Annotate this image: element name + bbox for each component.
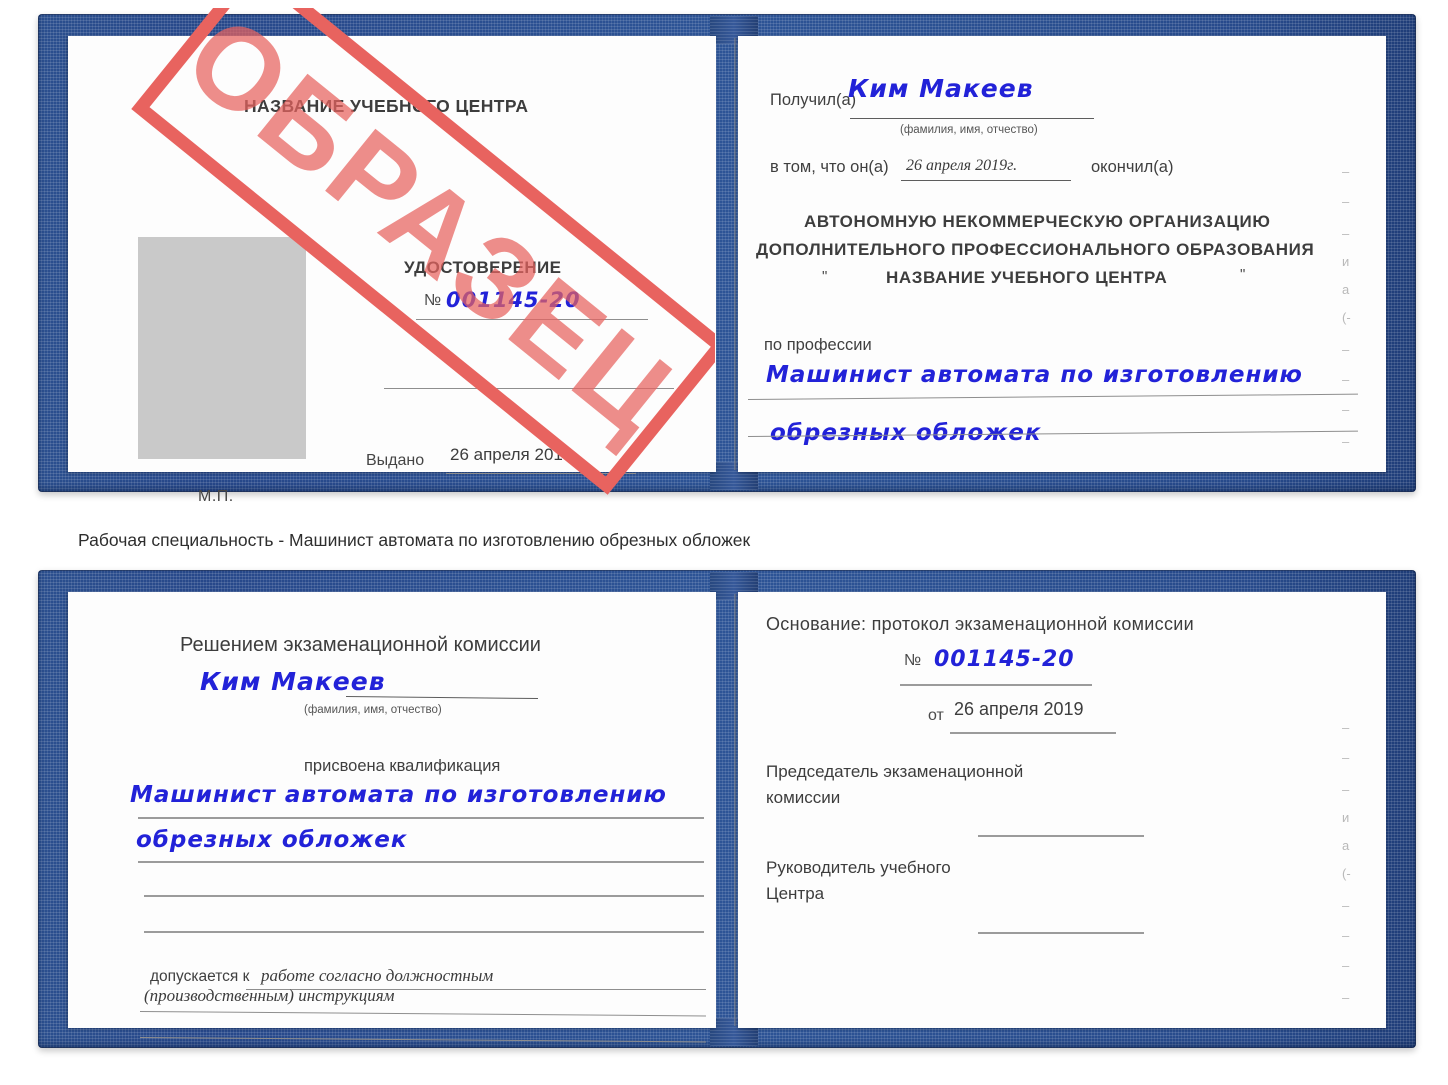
- qualification-line-2: обрезных обложек: [136, 827, 408, 853]
- margin-ghost-b10: –: [1342, 990, 1350, 1005]
- fio-hint-bottom: (фамилия, имя, отчество): [304, 704, 442, 716]
- certificate-book-bottom: Решением экзаменационной комиссии Ким Ма…: [38, 570, 1416, 1048]
- margin-ghost-b6: (-: [1342, 866, 1351, 881]
- certificate-book-top: НАЗВАНИЕ УЧЕБНОГО ЦЕНТРА УДОСТОВЕРЕНИЕ №…: [38, 14, 1416, 505]
- qualification-rule-3: [144, 895, 704, 897]
- admitted-value-line-2: (производственным) инструкциям: [144, 986, 395, 1005]
- page-caption: Рабочая специальность - Машинист автомат…: [78, 530, 751, 550]
- received-name-value: Ким Макеев: [848, 74, 1034, 103]
- head-line-2: Центра: [766, 884, 825, 903]
- margin-ghost-2: –: [1342, 194, 1350, 209]
- margin-ghost-b4: и: [1342, 810, 1350, 825]
- finished-label: окончил(а): [1091, 158, 1174, 176]
- margin-ghost-b1: –: [1342, 720, 1350, 735]
- book-spine-bottom: [734, 594, 736, 1026]
- chairman-line-1: Председатель экзаменационной: [766, 762, 1024, 781]
- received-label: Получил(а): [770, 91, 857, 109]
- completion-date-value: 26 апреля 2019г.: [906, 157, 1018, 174]
- profession-rule-1: [747, 393, 1358, 400]
- document-type-label: УДОСТОВЕРЕНИЕ: [404, 258, 562, 277]
- qualification-rule-1: [138, 817, 704, 819]
- training-center-title: НАЗВАНИЕ УЧЕБНОГО ЦЕНТРА: [244, 96, 529, 116]
- protocol-date-label: от: [928, 707, 944, 724]
- organization-line-1: АВТОНОМНУЮ НЕКОММЕРЧЕСКУЮ ОРГАНИЗАЦИЮ: [804, 212, 1271, 231]
- page-bottom-right: Основание: протокол экзаменационной коми…: [738, 592, 1386, 1028]
- head-line-1: Руководитель учебного: [766, 858, 951, 877]
- organization-line-2: ДОПОЛНИТЕЛЬНОГО ПРОФЕССИОНАЛЬНОГО ОБРАЗО…: [756, 240, 1315, 259]
- margin-ghost-6: (-: [1342, 310, 1351, 325]
- photo-placeholder: [138, 237, 306, 459]
- margin-ghost-b3: –: [1342, 782, 1350, 797]
- book-spine-top: [734, 38, 736, 470]
- decision-name-rule: [345, 696, 538, 700]
- quote-close: ": [1240, 266, 1246, 283]
- profession-line-1: Машинист автомата по изготовлению: [766, 362, 1303, 388]
- issued-date-value: 26 апреля 2019: [450, 445, 573, 464]
- blank-rule-1: [384, 388, 674, 389]
- chairman-line-2: комиссии: [766, 788, 841, 807]
- fio-hint-top: (фамилия, имя, отчество): [900, 124, 1038, 136]
- issued-label: Выдано: [366, 452, 425, 469]
- qualification-rule-4: [144, 931, 704, 933]
- margin-ghost-b7: –: [1342, 898, 1350, 913]
- margin-ghost-1: –: [1342, 164, 1350, 179]
- margin-ghost-b5: а: [1342, 838, 1350, 853]
- decision-title: Решением экзаменационной комиссии: [180, 634, 541, 656]
- page-bottom-left: Решением экзаменационной комиссии Ким Ма…: [68, 592, 716, 1043]
- decision-name-value: Ким Макеев: [200, 667, 386, 696]
- qualification-line-1: Машинист автомата по изготовлению: [130, 782, 667, 808]
- margin-ghost-7: –: [1342, 342, 1350, 357]
- margin-ghost-5: а: [1342, 282, 1350, 297]
- basis-label: Основание: протокол экзаменационной коми…: [766, 614, 1194, 634]
- admitted-label: допускается к: [150, 968, 250, 985]
- margin-ghost-4: и: [1342, 254, 1350, 269]
- margin-ghost-b2: –: [1342, 750, 1350, 765]
- completion-date-rule: [901, 180, 1071, 181]
- issued-date-rule: [446, 473, 636, 474]
- certificate-number-rule: [416, 319, 648, 320]
- head-signature-rule: [978, 932, 1144, 934]
- margin-ghost-9: –: [1342, 402, 1350, 417]
- qualification-label: присвоена квалификация: [304, 757, 501, 775]
- margin-ghost-b9: –: [1342, 958, 1350, 973]
- margin-ghost-8: –: [1342, 372, 1350, 387]
- page-top-right: Получил(а) Ким Макеев (фамилия, имя, отч…: [738, 36, 1386, 472]
- received-name-rule: [850, 118, 1094, 119]
- organization-line-3: НАЗВАНИЕ УЧЕБНОГО ЦЕНТРА: [886, 268, 1168, 287]
- protocol-date-rule: [950, 732, 1116, 734]
- protocol-number-label: №: [904, 652, 922, 669]
- margin-ghost-b8: –: [1342, 928, 1350, 943]
- margin-ghost-3: –: [1342, 226, 1350, 241]
- admitted-value-line-1: работе согласно должностным: [261, 966, 494, 985]
- that-he-label: в том, что он(а): [770, 158, 889, 176]
- page-top-left: НАЗВАНИЕ УЧЕБНОГО ЦЕНТРА УДОСТОВЕРЕНИЕ №…: [68, 36, 716, 505]
- admitted-rule-2: [139, 1011, 706, 1017]
- chairman-signature-rule: [978, 835, 1144, 837]
- profession-label: по профессии: [764, 336, 872, 354]
- quote-open: ": [822, 268, 828, 285]
- protocol-number-rule: [900, 684, 1092, 686]
- certificate-number-label: №: [424, 292, 442, 309]
- protocol-date-value: 26 апреля 2019: [954, 699, 1084, 719]
- margin-ghost-10: –: [1342, 434, 1350, 449]
- protocol-number-value: 001145-20: [934, 647, 1075, 672]
- qualification-rule-2: [138, 861, 704, 863]
- seal-place-label: М.П.: [198, 488, 234, 505]
- certificate-number-value: 001145-20: [446, 288, 581, 312]
